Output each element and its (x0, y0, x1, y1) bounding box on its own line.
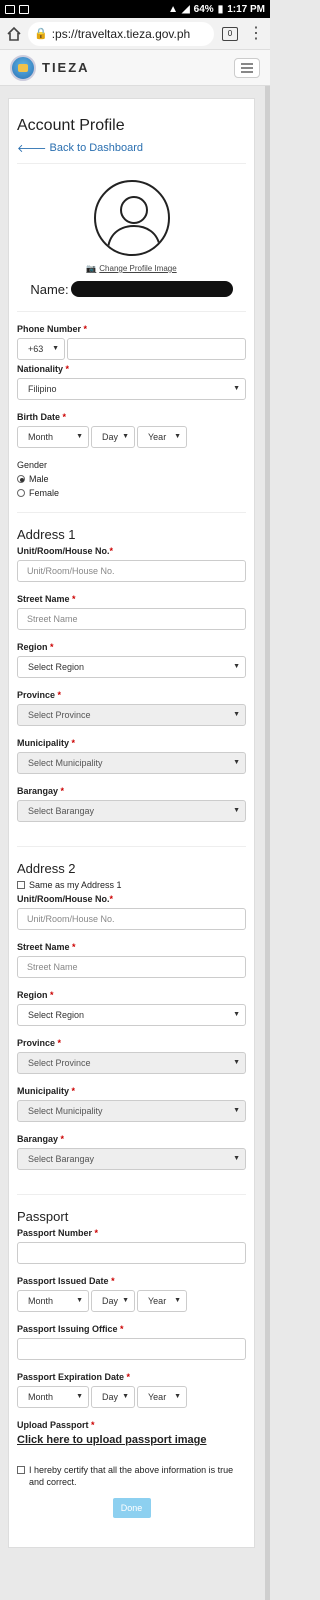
passport-issued-day-select[interactable]: Day ▼ (91, 1290, 135, 1312)
passport-issuing-office-input[interactable] (17, 1338, 246, 1360)
browser-toolbar: 🔒 :ps://traveltax.tieza.gov.ph 0 ⋮ (0, 18, 270, 50)
passport-title: Passport (17, 1209, 69, 1224)
home-icon[interactable] (6, 26, 22, 42)
phone-number-label: Phone Number (17, 324, 82, 334)
nationality-select[interactable]: Filipino ▼ (17, 378, 246, 400)
change-profile-image-link[interactable]: 📷 Change Profile Image (86, 264, 176, 273)
redacted-name (70, 281, 233, 297)
tab-switcher-button[interactable]: 0 (222, 26, 238, 41)
address1-title: Address 1 (17, 527, 76, 542)
address1-region-select[interactable]: Select Region ▼ (17, 656, 246, 678)
birth-year-select[interactable]: Year ▼ (137, 426, 187, 448)
wifi-icon: ▲ (168, 3, 178, 15)
address-bar[interactable]: 🔒 :ps://traveltax.tieza.gov.ph (28, 21, 214, 46)
address1-barangay-select[interactable]: Select Barangay ▼ (17, 800, 246, 822)
same-as-address1-checkbox[interactable]: Same as my Address 1 (17, 880, 246, 890)
app-header: TIEZA (0, 50, 270, 86)
brand-name: TIEZA (42, 60, 90, 75)
app-notification-icon (19, 4, 29, 14)
address2-region-select[interactable]: Select Region ▼ (17, 1004, 246, 1026)
image-notification-icon (5, 4, 15, 14)
address1-street-input[interactable]: Street Name (17, 608, 246, 630)
page-edge (265, 86, 270, 1600)
nationality-label: Nationality (17, 364, 64, 374)
phone-number-input[interactable] (67, 338, 246, 360)
back-to-dashboard-link[interactable]: 🡐 Back to Dashboard (17, 141, 246, 155)
passport-number-input[interactable] (17, 1242, 246, 1264)
page-title: Account Profile (17, 117, 125, 134)
url-text: :ps://traveltax.tieza.gov.ph (51, 26, 191, 41)
passport-expiration-day-select[interactable]: Day ▼ (91, 1386, 135, 1408)
status-bar: ▲ ◢ 64% ▮ 1:17 PM (0, 0, 270, 18)
passport-expiration-month-select[interactable]: Month ▼ (17, 1386, 89, 1408)
address2-barangay-select[interactable]: Select Barangay ▼ (17, 1148, 246, 1170)
address2-province-select[interactable]: Select Province ▼ (17, 1052, 246, 1074)
camera-icon: 📷 (86, 264, 97, 273)
battery-icon: ▮ (217, 3, 224, 15)
address2-municipality-select[interactable]: Select Municipality ▼ (17, 1100, 246, 1122)
certify-checkbox[interactable]: I hereby certify that all the above info… (17, 1464, 246, 1488)
hamburger-menu-button[interactable] (234, 57, 260, 78)
gender-label: Gender (17, 460, 48, 470)
upload-passport-link[interactable]: Click here to upload passport image (17, 1434, 246, 1446)
birth-month-select[interactable]: Month ▼ (17, 426, 89, 448)
gender-male-radio[interactable]: Male (17, 474, 246, 484)
avatar (93, 180, 170, 256)
signal-icon: ◢ (181, 3, 190, 15)
address2-street-input[interactable]: Street Name (17, 956, 246, 978)
passport-expiration-year-select[interactable]: Year ▼ (137, 1386, 187, 1408)
address2-unit-input[interactable]: Unit/Room/House No. (17, 908, 246, 930)
battery-level: 64% (193, 3, 214, 15)
phone-country-code-select[interactable]: +63 ▼ (17, 338, 65, 360)
passport-issued-year-select[interactable]: Year ▼ (137, 1290, 187, 1312)
passport-issued-month-select[interactable]: Month ▼ (17, 1290, 89, 1312)
lock-icon: 🔒 (34, 28, 48, 40)
tieza-logo[interactable] (10, 54, 36, 81)
gender-female-radio[interactable]: Female (17, 488, 246, 498)
user-placeholder-icon (106, 196, 161, 249)
account-profile-card: Account Profile 🡐 Back to Dashboard 📷 Ch… (8, 98, 255, 1548)
clock: 1:17 PM (227, 3, 265, 15)
name-label: Name: (30, 281, 69, 297)
address1-province-select[interactable]: Select Province ▼ (17, 704, 246, 726)
address1-municipality-select[interactable]: Select Municipality ▼ (17, 752, 246, 774)
address2-title: Address 2 (17, 861, 76, 876)
browser-menu-icon[interactable]: ⋮ (248, 25, 264, 42)
done-button[interactable]: Done (112, 1498, 151, 1519)
birth-day-select[interactable]: Day ▼ (91, 426, 135, 448)
birth-date-label: Birth Date (17, 412, 61, 422)
address1-unit-input[interactable]: Unit/Room/House No. (17, 560, 246, 582)
arrow-left-icon: 🡐 (17, 143, 47, 155)
